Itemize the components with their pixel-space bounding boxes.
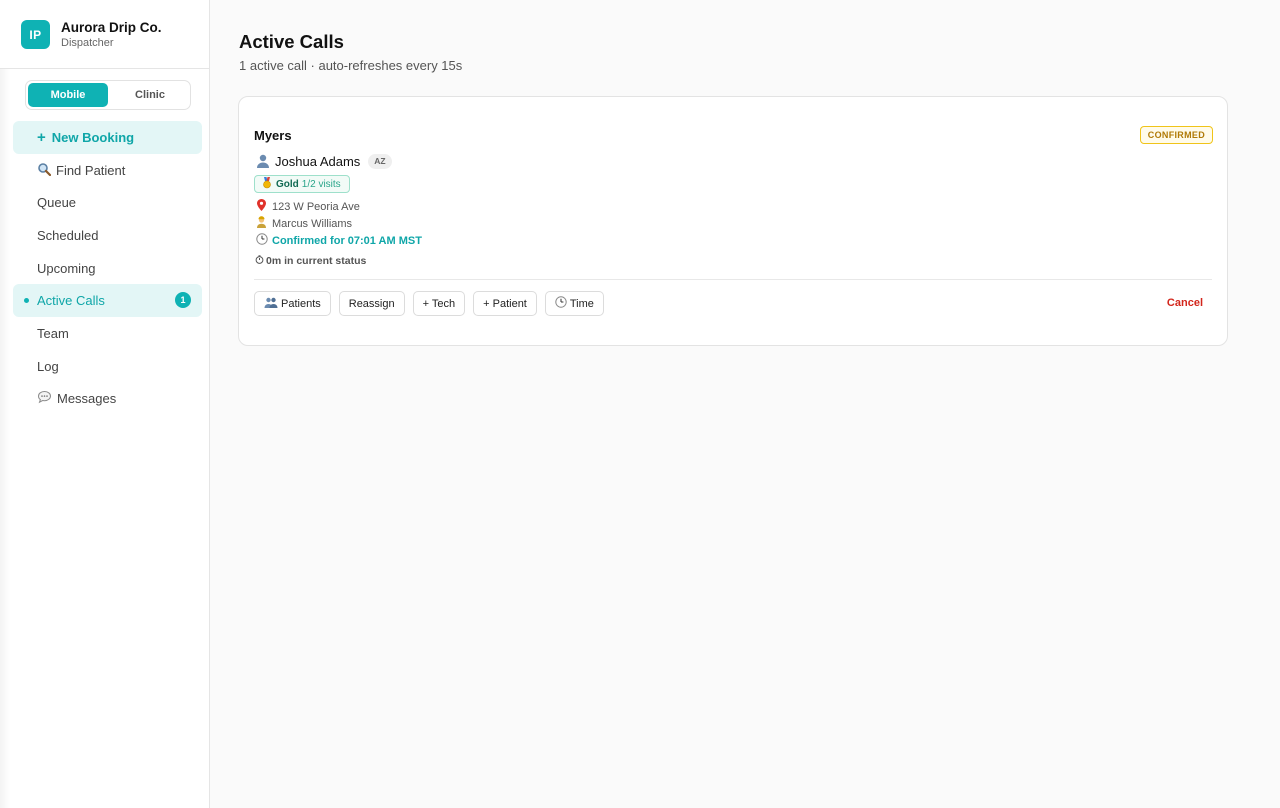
speech-bubble-icon xyxy=(37,390,52,407)
loyalty-tier-badge: Gold 1/2 visits xyxy=(254,175,350,193)
active-calls-count-badge: 1 xyxy=(175,292,191,309)
cancel-call-button[interactable]: Cancel xyxy=(1167,297,1203,309)
mode-mobile-button[interactable]: Mobile xyxy=(28,83,108,107)
call-actions: Patients Reassign + Tech + Patient Time xyxy=(254,291,612,316)
mode-toggle: Mobile Clinic xyxy=(25,80,191,110)
sidebar-item-label: Upcoming xyxy=(37,260,96,276)
sidebar-item-label: Scheduled xyxy=(37,227,99,243)
brand-header: IP Aurora Drip Co. Dispatcher xyxy=(0,0,209,69)
address-text: 123 W Peoria Ave xyxy=(272,200,360,213)
tech-line: Marcus Williams xyxy=(255,216,352,231)
tech-name: Marcus Williams xyxy=(272,217,353,230)
sidebar-item-find-patient[interactable]: Find Patient xyxy=(13,154,202,187)
clock-icon xyxy=(555,296,567,311)
time-button-label: Time xyxy=(569,297,594,310)
patients-button-label: Patients xyxy=(281,297,321,310)
sidebar-item-queue[interactable]: Queue xyxy=(13,186,202,219)
patient-row: Joshua Adams AZ xyxy=(255,153,392,169)
medal-icon xyxy=(262,176,272,192)
add-patient-button[interactable]: + Patient xyxy=(473,291,537,316)
tier-visits: 1/2 visits xyxy=(301,178,341,190)
pin-icon xyxy=(255,199,268,214)
plus-icon: + xyxy=(37,128,46,146)
sidebar-item-label: Queue xyxy=(37,195,77,211)
sidebar-item-label: New Booking xyxy=(51,129,135,145)
page-title: Active Calls xyxy=(239,31,344,52)
page-subtitle: 1 active call · auto-refreshes every 15s xyxy=(239,58,463,73)
address-line: 123 W Peoria Ave xyxy=(255,199,360,214)
patient-name[interactable]: Joshua Adams xyxy=(275,154,360,169)
time-button[interactable]: Time xyxy=(544,291,604,316)
people-icon xyxy=(264,297,278,311)
patients-button[interactable]: Patients xyxy=(254,291,331,316)
org-name: Aurora Drip Co. xyxy=(61,20,162,35)
sidebar-item-label: Log xyxy=(37,358,59,374)
add-tech-button[interactable]: + Tech xyxy=(412,291,466,316)
confirmed-time-line: Confirmed for 07:01 AM MST xyxy=(255,233,422,248)
active-indicator-dot xyxy=(24,298,29,304)
active-call-card: Myers CONFIRMED Joshua Adams AZ Gold 1/2… xyxy=(238,96,1228,346)
sidebar-item-label: Messages xyxy=(57,391,117,407)
status-badge: CONFIRMED xyxy=(1139,126,1213,144)
sidebar-item-log[interactable]: Log xyxy=(13,350,202,383)
confirmed-time-text: Confirmed for 07:01 AM MST xyxy=(272,234,422,247)
magnifier-icon xyxy=(37,162,52,179)
sidebar-item-team[interactable]: Team xyxy=(13,317,202,350)
sidebar-nav: + New Booking Find Patient Queue Schedul… xyxy=(13,121,202,415)
card-divider xyxy=(254,279,1212,280)
person-icon xyxy=(255,153,271,169)
state-tag: AZ xyxy=(368,153,392,169)
sidebar-item-upcoming[interactable]: Upcoming xyxy=(13,252,202,285)
stopwatch-icon xyxy=(255,255,264,267)
sidebar-item-scheduled[interactable]: Scheduled xyxy=(13,219,202,252)
sidebar-item-new-booking[interactable]: + New Booking xyxy=(13,121,202,154)
call-card-title: Myers xyxy=(254,128,292,143)
user-role: Dispatcher xyxy=(61,37,114,49)
sidebar: IP Aurora Drip Co. Dispatcher Mobile Cli… xyxy=(0,0,210,808)
status-duration-text: 0m in current status xyxy=(266,255,367,267)
status-duration-line: 0m in current status xyxy=(255,255,366,267)
sidebar-item-label: Team xyxy=(37,325,69,341)
sidebar-item-messages[interactable]: Messages xyxy=(13,383,202,416)
mode-clinic-button[interactable]: Clinic xyxy=(110,83,190,107)
technician-icon xyxy=(255,216,268,231)
clock-icon xyxy=(255,233,268,248)
sidebar-item-active-calls[interactable]: Active Calls 1 xyxy=(13,284,202,318)
tier-name: Gold xyxy=(276,178,299,190)
sidebar-item-label: Find Patient xyxy=(56,162,126,178)
sidebar-item-label: Active Calls xyxy=(37,293,105,309)
reassign-button[interactable]: Reassign xyxy=(338,291,405,316)
org-avatar: IP xyxy=(21,20,50,49)
